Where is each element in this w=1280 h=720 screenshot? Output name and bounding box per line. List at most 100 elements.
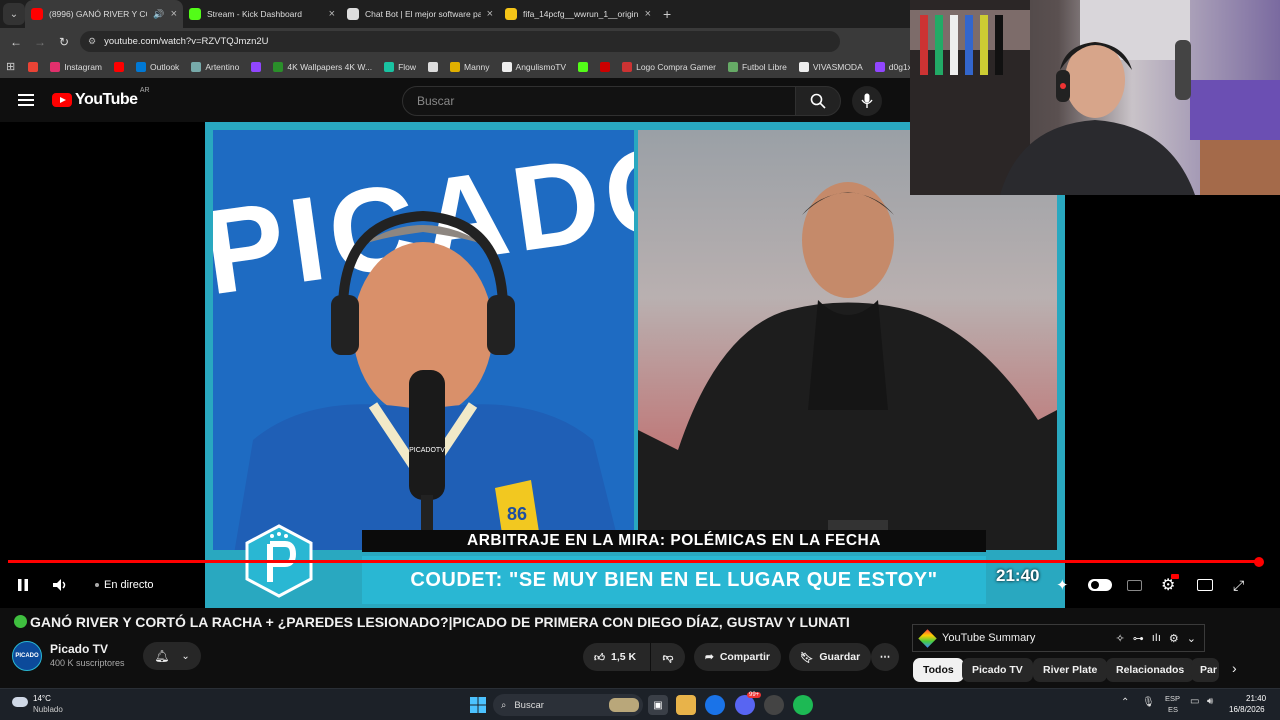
pause-button[interactable]: [16, 568, 30, 602]
close-tab-icon[interactable]: ×: [487, 8, 493, 20]
close-tab-icon[interactable]: ×: [171, 8, 177, 20]
tab-search-menu-button[interactable]: ⌄: [3, 3, 25, 25]
streamer-webcam-image: [910, 0, 1280, 195]
url-text: youtube.com/watch?v=RZVTQJmzn2U: [104, 36, 269, 47]
tab-title: Stream - Kick Dashboard: [207, 9, 302, 19]
subscription-bell-button[interactable]: 🔔︎ ⌄: [143, 642, 201, 670]
share-label: Compartir: [719, 651, 770, 663]
live-indicator[interactable]: En directo: [95, 568, 154, 602]
clock-time[interactable]: 21:40: [1246, 694, 1266, 703]
voice-search-button[interactable]: [852, 86, 882, 116]
speaker-icon[interactable]: 🔊︎: [1207, 696, 1213, 707]
chrome-icon[interactable]: [705, 695, 725, 715]
subtitles-button[interactable]: [1127, 568, 1142, 602]
glasses-icon[interactable]: ⊶: [1133, 632, 1144, 645]
bookmark-item[interactable]: Flow: [379, 61, 421, 72]
bookmark-favicon-icon: [114, 61, 125, 72]
ai-sparkle-button[interactable]: ✦: [1056, 568, 1069, 602]
browser-tab-youtube[interactable]: (8996) GANÓ RIVER Y CO 🔊 ×: [25, 0, 183, 28]
channel-avatar[interactable]: PICADO: [12, 641, 42, 671]
tray-chevron-up-icon[interactable]: ⌃: [1121, 697, 1129, 708]
bookmark-favicon-icon: [450, 61, 461, 72]
windows-start-icon[interactable]: [468, 695, 488, 715]
bookmark-item[interactable]: [246, 61, 266, 72]
back-arrow-icon[interactable]: ←: [4, 35, 28, 49]
youtube-logo[interactable]: YouTube AR: [52, 87, 150, 109]
speaker-icon: 🔊: [153, 8, 165, 19]
more-actions-button[interactable]: ⋯: [871, 643, 899, 671]
like-button[interactable]: 👍︎ 1,5 K: [583, 643, 650, 671]
bookmark-item[interactable]: [23, 61, 43, 72]
bookmark-favicon-icon: [251, 61, 262, 72]
save-button[interactable]: 🔖︎ Guardar: [789, 643, 872, 671]
bookmark-item[interactable]: [423, 61, 443, 72]
volume-button[interactable]: [52, 568, 68, 602]
close-tab-icon[interactable]: ×: [329, 8, 335, 20]
dislike-button[interactable]: 👎︎: [651, 643, 685, 671]
search-icon: ⌕: [501, 699, 507, 711]
bookmark-label: Flow: [398, 61, 417, 72]
progress-scrubber-handle[interactable]: [1254, 557, 1264, 567]
reload-icon[interactable]: ↻: [52, 35, 76, 49]
sparkle-icon[interactable]: ✧: [1116, 632, 1125, 645]
bookmark-item[interactable]: VIVASMODA: [794, 61, 868, 72]
share-button[interactable]: ➦ Compartir: [694, 643, 781, 671]
bookmark-item[interactable]: Futbol Libre: [723, 61, 792, 72]
bookmark-item[interactable]: AngulismoTV: [497, 61, 572, 72]
chips-next-arrow-icon[interactable]: ›: [1232, 660, 1237, 676]
settings-button[interactable]: ⚙: [1161, 568, 1179, 602]
chip-partial[interactable]: Par: [1191, 658, 1219, 682]
bookmark-item[interactable]: [573, 61, 593, 72]
bookmark-item[interactable]: Manny: [445, 61, 495, 72]
search-button[interactable]: [795, 86, 841, 116]
chevron-down-icon[interactable]: ⌄: [1187, 632, 1196, 645]
gear-icon[interactable]: ⚙: [1169, 632, 1179, 645]
bookmark-favicon-icon: [622, 61, 633, 72]
audio-wave-icon[interactable]: ıIı: [1152, 632, 1161, 644]
forward-arrow-icon[interactable]: →: [28, 35, 52, 49]
bookmark-item[interactable]: Instagram: [45, 61, 107, 72]
steam-icon[interactable]: [764, 695, 784, 715]
autoplay-toggle[interactable]: [1088, 568, 1112, 602]
task-view-icon[interactable]: ▣: [648, 695, 668, 715]
weather-temp: 14°C: [33, 694, 51, 703]
address-bar[interactable]: ⚙ youtube.com/watch?v=RZVTQJmzn2U: [80, 31, 840, 52]
search-input[interactable]: Buscar: [402, 86, 796, 116]
file-explorer-icon[interactable]: [676, 695, 696, 715]
bookmark-item[interactable]: [109, 61, 129, 72]
bookmark-item[interactable]: Outlook: [131, 61, 184, 72]
tray-microphone-icon[interactable]: 🎙︎: [1142, 697, 1155, 708]
bookmark-item[interactable]: d0g1xx: [870, 61, 910, 72]
new-tab-button[interactable]: +: [663, 6, 671, 22]
bookmark-item[interactable]: [595, 61, 615, 72]
chip-picado-tv[interactable]: Picado TV: [962, 658, 1033, 682]
chip-river-plate[interactable]: River Plate: [1033, 658, 1108, 682]
apps-grid-icon[interactable]: ⊞: [6, 60, 15, 73]
language-top[interactable]: ESP: [1165, 694, 1180, 703]
bookmark-item[interactable]: Artentino: [186, 61, 244, 72]
browser-toolbar: ← → ↻ ⚙ youtube.com/watch?v=RZVTQJmzn2U: [0, 28, 910, 55]
bookmark-label: VIVASMODA: [812, 61, 863, 72]
bookmark-label: d0g1xx: [888, 61, 910, 72]
network-icon[interactable]: ▭: [1190, 696, 1199, 707]
miniplayer-button[interactable]: [1197, 568, 1213, 602]
bookmark-item[interactable]: 4K Wallpapers 4K W...: [268, 61, 377, 72]
bookmark-item[interactable]: Logo Compra Gamer: [617, 61, 721, 72]
fullscreen-icon: ⤢: [1233, 576, 1245, 593]
youtube-summary-extension[interactable]: YouTube Summary ✧ ⊶ ıIı ⚙ ⌄: [912, 624, 1205, 652]
browser-tab-fifa[interactable]: fifa_14pcfg__wwrun_1__origin... ×: [499, 0, 657, 28]
fullscreen-button[interactable]: ⤢: [1233, 568, 1244, 602]
discord-icon[interactable]: [735, 695, 755, 715]
taskbar-search-box[interactable]: ⌕ Buscar: [493, 694, 643, 716]
close-tab-icon[interactable]: ×: [645, 8, 651, 20]
spotify-icon[interactable]: [793, 695, 813, 715]
kick-tab-icon: [189, 8, 201, 20]
browser-tab-chatbot[interactable]: Chat Bot | El mejor software pa ×: [341, 0, 499, 28]
site-info-icon[interactable]: ⚙: [88, 36, 96, 47]
browser-tab-kick[interactable]: Stream - Kick Dashboard ×: [183, 0, 341, 28]
chip-relacionados[interactable]: Relacionados: [1106, 658, 1195, 682]
chip-todos[interactable]: Todos: [913, 658, 964, 682]
channel-name[interactable]: Picado TV: [50, 642, 108, 656]
menu-hamburger-icon[interactable]: [18, 94, 34, 106]
video-progress-bar[interactable]: [8, 560, 1260, 563]
